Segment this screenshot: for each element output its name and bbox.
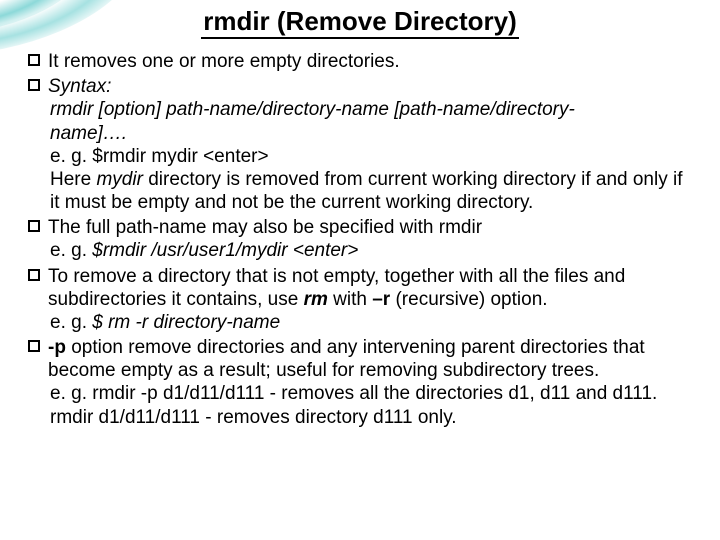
slide: rmdir (Remove Directory) It removes one … — [0, 0, 720, 540]
bullet-text: -p option remove directories and any int… — [48, 336, 696, 382]
bullet-square-icon — [28, 79, 40, 91]
desc-part: Here — [50, 169, 96, 190]
bullet-item: The full path-name may also be specified… — [28, 216, 696, 262]
example-line: e. g. $rmdir /usr/user1/mydir <enter> — [50, 239, 696, 262]
desc-mydir: mydir — [96, 169, 142, 190]
bullet-text: It removes one or more empty directories… — [48, 50, 696, 73]
eg-prefix: e. g. — [50, 312, 92, 333]
syntax-text: rmdir [option] path-name/directory-name … — [50, 99, 575, 120]
syntax-line: rmdir [option] path-name/directory-name … — [50, 98, 696, 121]
eg-prefix: e. g. — [50, 146, 92, 167]
description-line: Here mydir directory is removed from cur… — [50, 168, 696, 214]
bullet-text: The full path-name may also be specified… — [48, 216, 696, 239]
rm-keyword: rm — [304, 289, 328, 310]
bullet-item: Syntax: rmdir [option] path-name/directo… — [28, 75, 696, 214]
line-part: option remove directories and any interv… — [48, 337, 645, 381]
example-line: e. g. $ rm -r directory-name — [50, 311, 696, 334]
bullet-text: To remove a directory that is not empty,… — [48, 265, 696, 311]
line-part: (recursive) option. — [390, 289, 547, 310]
eg-command: $ rm -r directory-name — [92, 312, 280, 333]
title-text: rmdir (Remove Directory) — [201, 6, 519, 39]
bullet-square-icon — [28, 220, 40, 232]
bullet-item: -p option remove directories and any int… — [28, 336, 696, 429]
flag-p: -p — [48, 337, 66, 358]
bullet-text: Syntax: — [48, 75, 696, 98]
desc-part: directory is removed from current workin… — [50, 169, 683, 213]
bullet-square-icon — [28, 269, 40, 281]
bullet-item: It removes one or more empty directories… — [28, 50, 696, 73]
syntax-text: name]…. — [50, 123, 127, 144]
line-part: with — [328, 289, 372, 310]
slide-content: It removes one or more empty directories… — [28, 50, 696, 431]
bullet-square-icon — [28, 54, 40, 66]
flag-r: –r — [372, 289, 390, 310]
bullet-item: To remove a directory that is not empty,… — [28, 265, 696, 335]
example-line: e. g. rmdir -p d1/d11/d111 - removes all… — [50, 382, 696, 405]
slide-title: rmdir (Remove Directory) — [0, 6, 720, 37]
example-line: e. g. $rmdir mydir <enter> — [50, 145, 696, 168]
example-line: rmdir d1/d11/d111 - removes directory d1… — [50, 406, 696, 429]
bullet-square-icon — [28, 340, 40, 352]
syntax-line: name]…. — [50, 122, 696, 145]
eg-command: $rmdir /usr/user1/mydir <enter> — [92, 240, 358, 261]
eg-command: $rmdir mydir <enter> — [92, 146, 268, 167]
eg-prefix: e. g. — [50, 240, 92, 261]
syntax-label: Syntax: — [48, 76, 111, 97]
